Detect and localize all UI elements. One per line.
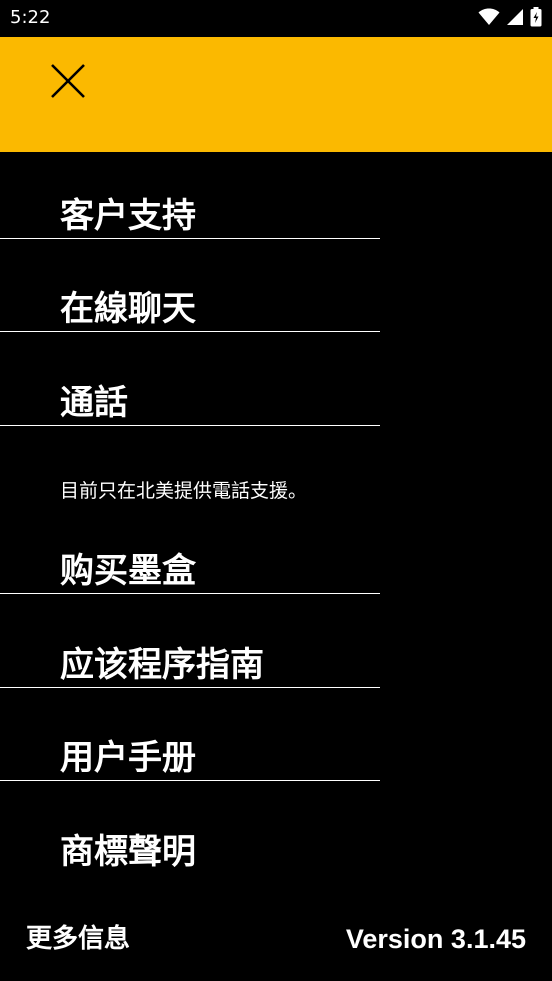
battery-charging-icon [530, 7, 542, 31]
status-icons [478, 7, 542, 31]
close-icon [51, 64, 85, 98]
wifi-icon [478, 8, 500, 30]
menu-item-user-manual[interactable]: 用户手册 [0, 724, 380, 781]
menu-item-label: 购买墨盒 [60, 551, 196, 591]
menu-item-trademark-notice[interactable]: 商標聲明 [0, 816, 380, 874]
menu-item-label: 客户支持 [60, 196, 196, 236]
menu-item-label: 商標聲明 [60, 832, 196, 872]
menu-item-app-guide[interactable]: 应该程序指南 [0, 631, 380, 688]
close-button[interactable] [44, 57, 92, 105]
status-bar: 5:22 [0, 0, 552, 37]
menu-item-label: 在線聊天 [60, 289, 196, 329]
cellular-signal-icon [506, 8, 524, 30]
menu-item-live-chat[interactable]: 在線聊天 [0, 275, 380, 332]
menu-item-label: 用户手册 [60, 738, 196, 778]
phone-support-note: 目前只在北美提供電話支援。 [60, 480, 308, 502]
status-time: 5:22 [10, 7, 51, 28]
header-bar [0, 37, 552, 152]
menu-item-call[interactable]: 通話 [0, 369, 380, 426]
menu-item-label: 通話 [60, 383, 128, 423]
menu-item-buy-cartridges[interactable]: 购买墨盒 [0, 537, 380, 594]
more-info-link[interactable]: 更多信息 [26, 922, 130, 956]
menu-item-label: 应该程序指南 [60, 645, 264, 685]
menu-item-customer-support[interactable]: 客户支持 [0, 182, 380, 239]
version-text: Version 3.1.45 [345, 924, 526, 954]
